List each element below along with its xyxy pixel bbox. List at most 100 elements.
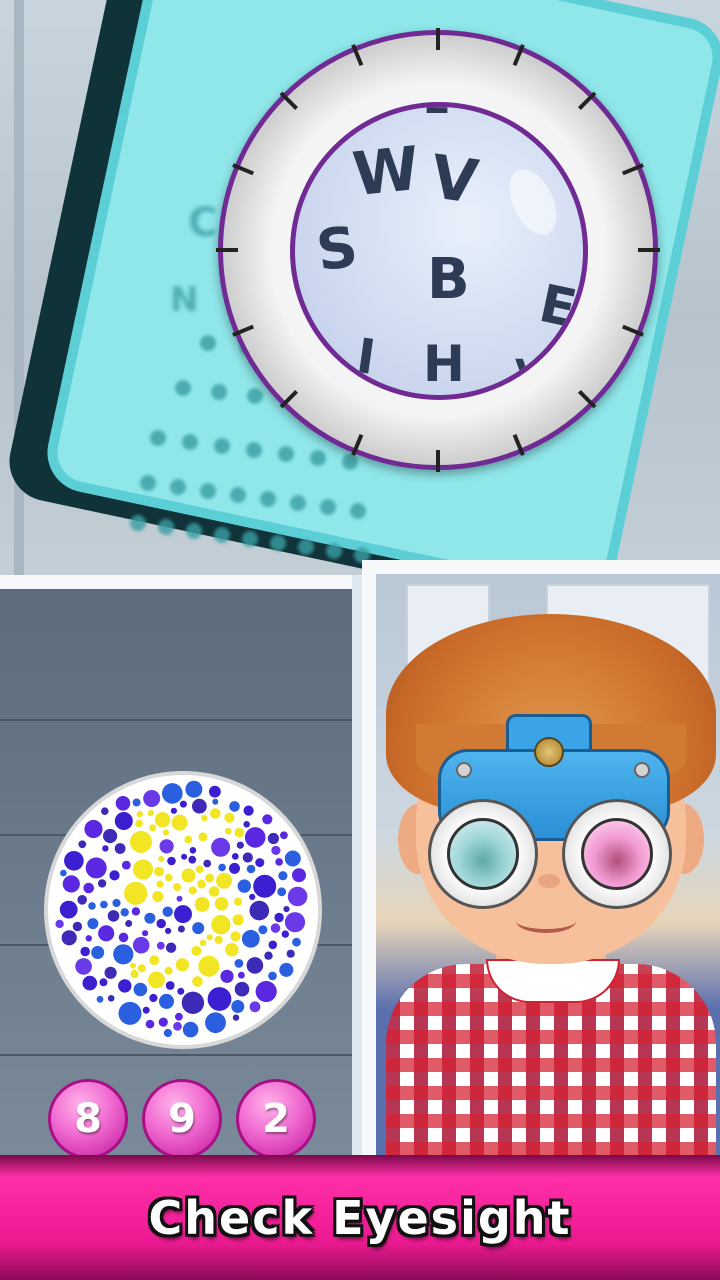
chart-dot (278, 446, 294, 462)
chart-dot (182, 434, 198, 450)
plate-dot (258, 925, 268, 935)
plate-dot (167, 856, 176, 866)
plate-dot (82, 975, 98, 991)
plate-dot (234, 959, 244, 968)
plate-number-dot (165, 873, 173, 882)
floor-line (0, 719, 352, 721)
lens-shine (500, 161, 566, 243)
plate-dot (241, 929, 260, 948)
lens-letter: W (349, 133, 423, 211)
plate-number-dot (225, 943, 239, 957)
plate-dot (271, 845, 281, 855)
phoropter-knob-icon[interactable] (534, 737, 564, 767)
lens-letter: V (515, 352, 546, 398)
plate-dot (280, 831, 288, 840)
plate-number-dot (198, 832, 208, 842)
plate-dot (144, 912, 156, 924)
plate-dot (229, 862, 240, 874)
plate-dot (163, 1028, 172, 1038)
plate-dot (243, 821, 250, 828)
plate-dot (107, 910, 120, 922)
chart-dot (140, 475, 156, 491)
answer-button-9[interactable]: 9 (142, 1079, 222, 1155)
plate-number-dot (198, 955, 220, 977)
plate-dot (61, 930, 77, 946)
plate-dot (75, 958, 92, 975)
plate-dot (87, 918, 99, 930)
plate-dot (159, 839, 174, 854)
plate-dot (162, 783, 183, 804)
chart-dot (298, 539, 314, 555)
answer-button-8[interactable]: 8 (48, 1079, 128, 1155)
plate-dot (114, 843, 126, 854)
plate-dot (249, 1001, 261, 1013)
plate-dot (242, 852, 253, 863)
plate-number-dot (124, 881, 148, 905)
plate-dot (283, 906, 290, 913)
plate-number-dot (216, 872, 233, 889)
plate-dot (59, 900, 78, 919)
left-eye-lens[interactable] (428, 799, 538, 909)
plate-number-dot (136, 810, 143, 818)
plate-dot (165, 981, 175, 990)
plate-number-dot (234, 827, 245, 838)
plate-dot (268, 940, 278, 950)
plate-number-dot (214, 935, 223, 944)
plate-dot (249, 893, 256, 900)
plate-dot (281, 930, 289, 938)
plate-number-dot (130, 969, 139, 979)
plate-number-dot (148, 971, 165, 989)
plate-dot (209, 785, 221, 798)
plate-dot (268, 971, 277, 981)
banner-title: Check Eyesight (148, 1190, 572, 1245)
chart-dot (200, 335, 216, 351)
right-eye-lens[interactable] (562, 799, 672, 909)
chart-dot (270, 535, 286, 551)
plate-dot (170, 807, 177, 814)
floor-line (0, 1054, 352, 1056)
chart-dot (230, 487, 246, 503)
plate-dot (165, 927, 172, 934)
plate-dot (244, 827, 266, 848)
plate-dot (113, 944, 134, 965)
plate-dot (243, 805, 254, 816)
plate-dot (107, 995, 115, 1002)
plate-number-dot (195, 865, 204, 874)
chart-dot (211, 384, 227, 400)
plate-dot (231, 1000, 245, 1013)
plate-dot (121, 860, 131, 870)
plate-number-dot (199, 939, 207, 947)
chart-dot (247, 388, 263, 404)
plate-dot (159, 993, 174, 1009)
plate-dot (60, 869, 67, 877)
plate-number-dot (158, 856, 165, 862)
plate-number-dot (130, 962, 136, 969)
plate-number-dot (208, 886, 220, 897)
plate-dot (246, 957, 264, 974)
magnifier-tick (216, 248, 238, 252)
plate-number-dot (171, 814, 188, 831)
chart-letter: N (170, 280, 199, 320)
lens-letter: E (423, 107, 450, 123)
plate-dot (120, 908, 129, 917)
plate-dot (181, 853, 188, 860)
plate-dot (286, 949, 295, 958)
plate-number-dot (194, 896, 210, 912)
plate-dot (142, 1006, 150, 1014)
plate-number-dot (232, 914, 244, 926)
plate-dot (143, 790, 161, 807)
answer-button-2[interactable]: 2 (236, 1079, 316, 1155)
plate-number-dot (201, 815, 208, 822)
chart-dot (186, 523, 202, 539)
chart-dot (342, 454, 358, 470)
plate-dot (80, 946, 90, 957)
plate-number-dot (149, 824, 157, 832)
magnifier-lens[interactable]: E W V S B E I H V (290, 102, 588, 400)
magnifier-tick (436, 28, 440, 50)
plate-dot (205, 1012, 226, 1034)
plate-number-dot (164, 966, 173, 975)
plate-dot (72, 921, 83, 932)
chart-dot (260, 491, 276, 507)
plate-dot (133, 982, 148, 997)
plate-dot (284, 912, 306, 933)
